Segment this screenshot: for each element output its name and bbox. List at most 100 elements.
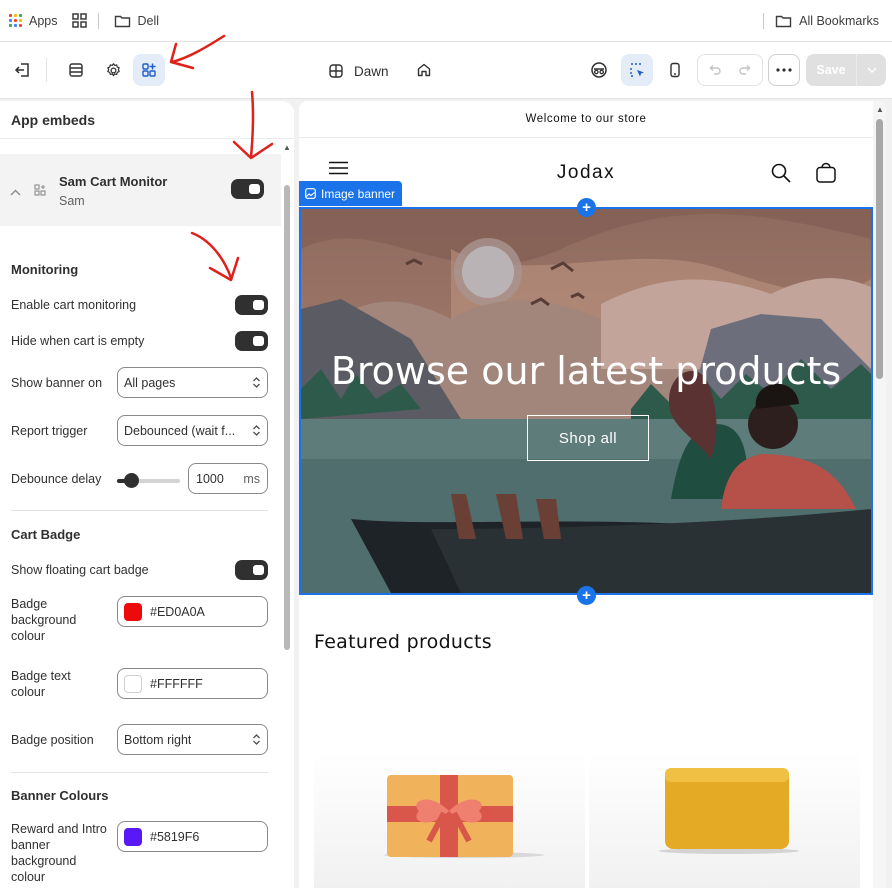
show-floating-badge-toggle[interactable]	[235, 560, 268, 580]
apps-label: Apps	[29, 13, 58, 28]
app-embed-title: Sam Cart Monitor	[59, 174, 168, 189]
toolbar-divider	[46, 58, 47, 82]
section-divider	[11, 772, 268, 773]
tab-groups-button[interactable]	[65, 8, 94, 34]
debounce-slider-knob[interactable]	[124, 473, 139, 488]
panel-scrollbar-thumb[interactable]	[284, 185, 290, 650]
preview-scrollbar[interactable]: ▲	[873, 101, 886, 888]
app-embed-subtitle: Sam	[59, 194, 85, 208]
exit-button[interactable]	[7, 54, 39, 86]
app-block-icon	[34, 184, 46, 199]
reward-bg-swatch[interactable]	[124, 827, 142, 846]
mobile-preview-button[interactable]	[659, 54, 691, 86]
undo-icon	[709, 65, 721, 75]
theme-selector[interactable]: Dawn	[328, 59, 389, 83]
home-page-button[interactable]	[408, 54, 440, 86]
report-trigger-value: Debounced (wait f...	[124, 423, 236, 438]
inspector-button[interactable]	[621, 54, 653, 86]
select-arrows-icon	[253, 425, 260, 436]
badge-bg-color-field[interactable]: #ED0A0A	[117, 596, 268, 627]
featured-products-heading: Featured products	[314, 631, 492, 653]
gear-icon	[106, 62, 120, 76]
customer-preview-button[interactable]	[583, 54, 615, 86]
app-embed-row[interactable]: Sam Cart Monitor Sam	[0, 154, 281, 226]
folder-icon	[114, 15, 130, 27]
announcement-bar: Welcome to our store	[299, 101, 873, 138]
reward-bg-label: Reward and Intro banner background colou…	[11, 822, 107, 884]
scroll-up-arrow-icon[interactable]: ▲	[876, 105, 884, 114]
preview-scrollbar-thumb[interactable]	[876, 119, 883, 379]
app-embed-toggle[interactable]	[231, 179, 264, 199]
debounce-delay-input[interactable]: 1000 ms	[188, 463, 268, 494]
image-banner-section[interactable]: Browse our latest products Shop all	[299, 207, 873, 595]
folder-icon	[775, 15, 792, 27]
store-preview: Welcome to our store Jodax Image banner	[299, 101, 886, 888]
theme-name-label: Dawn	[354, 63, 389, 79]
chevron-up-icon[interactable]	[10, 184, 21, 199]
hide-when-empty-toggle[interactable]	[235, 331, 268, 351]
all-bookmarks-label: All Bookmarks	[799, 13, 879, 28]
theme-settings-button[interactable]	[97, 54, 129, 86]
cart-icon[interactable]	[816, 162, 836, 186]
enable-cart-monitoring-toggle[interactable]	[235, 295, 268, 315]
scroll-up-arrow-icon[interactable]: ▲	[283, 143, 291, 152]
all-bookmarks-button[interactable]: All Bookmarks	[768, 8, 886, 34]
debounce-delay-unit: ms	[243, 471, 260, 486]
banner-heading: Browse our latest products	[330, 349, 842, 393]
select-arrows-icon	[253, 734, 260, 745]
layout-icon	[329, 64, 343, 78]
debounce-delay-slider[interactable]	[117, 473, 180, 488]
reward-bg-value: #5819F6	[150, 829, 200, 844]
image-banner-tag-label: Image banner	[321, 186, 396, 201]
product-card[interactable]	[589, 751, 860, 888]
redo-button[interactable]	[730, 55, 762, 85]
badge-bg-swatch[interactable]	[124, 602, 142, 621]
report-trigger-select[interactable]: Debounced (wait f...	[117, 415, 268, 446]
shop-all-button[interactable]: Shop all	[527, 415, 649, 461]
grid-icon	[71, 13, 87, 28]
product-image-gift-box	[384, 775, 544, 858]
more-actions-button[interactable]	[768, 54, 800, 86]
image-icon	[305, 188, 316, 199]
app-embeds-panel: App embeds Sam Cart Monitor Sam Monitori…	[0, 101, 294, 888]
undo-button[interactable]	[698, 55, 730, 85]
add-section-above-icon[interactable]: +	[577, 198, 596, 217]
show-banner-on-label: Show banner on	[11, 376, 103, 390]
show-banner-on-select[interactable]: All pages	[117, 367, 268, 398]
bookmarks-divider	[97, 12, 99, 29]
dell-folder-bookmark[interactable]: Dell	[107, 8, 167, 34]
select-arrows-icon	[253, 377, 260, 388]
reward-bg-color-field[interactable]: #5819F6	[117, 821, 268, 852]
report-trigger-label: Report trigger	[11, 424, 88, 438]
home-icon	[417, 63, 431, 77]
save-button[interactable]: Save	[806, 54, 857, 86]
hide-when-empty-label: Hide when cart is empty	[11, 334, 145, 348]
badge-position-select[interactable]: Bottom right	[117, 724, 268, 755]
badge-position-label: Badge position	[11, 733, 94, 747]
more-horizontal-icon	[776, 68, 792, 72]
debounce-delay-value: 1000	[196, 471, 224, 486]
banner-colours-section-title: Banner Colours	[11, 788, 109, 803]
redo-icon	[739, 65, 751, 75]
sections-icon	[69, 63, 83, 77]
apps-add-icon	[142, 63, 156, 77]
monitoring-section-title: Monitoring	[11, 262, 79, 277]
exit-icon	[14, 63, 29, 77]
apps-bookmark[interactable]: Apps	[2, 8, 65, 34]
app-embeds-button[interactable]	[133, 54, 165, 86]
debounce-delay-label: Debounce delay	[11, 472, 102, 486]
save-button-group: Save	[806, 54, 886, 86]
save-menu-button[interactable]	[857, 54, 886, 86]
mobile-icon	[670, 62, 680, 78]
search-icon[interactable]	[771, 163, 791, 186]
badge-text-swatch[interactable]	[124, 674, 142, 693]
add-section-below-icon[interactable]: +	[577, 586, 596, 605]
select-cursor-icon	[629, 62, 644, 77]
image-banner-section-tag[interactable]: Image banner	[299, 181, 403, 206]
badge-text-color-field[interactable]: #FFFFFF	[117, 668, 268, 699]
product-card[interactable]	[314, 751, 585, 888]
editor-toolbar: Dawn Save	[0, 42, 892, 99]
bookmarks-divider-right	[763, 12, 765, 29]
panel-scrollbar[interactable]: ▲	[283, 143, 291, 888]
sections-button[interactable]	[60, 54, 92, 86]
